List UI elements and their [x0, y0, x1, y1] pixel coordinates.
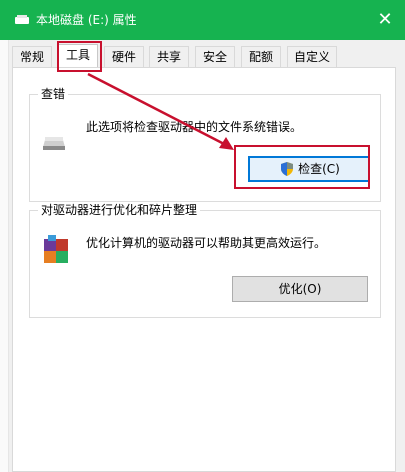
- tab-security[interactable]: 安全: [195, 46, 235, 67]
- window-title: 本地磁盘 (E:) 属性: [36, 13, 137, 27]
- tab-customize[interactable]: 自定义: [287, 46, 337, 67]
- optimize-button[interactable]: 优化(O): [232, 276, 368, 302]
- title-bar: 本地磁盘 (E:) 属性 ✕: [0, 0, 405, 40]
- tab-sharing[interactable]: 共享: [149, 46, 189, 67]
- tab-panel-tools: 查错 此选项将检查驱动器中的文件系统错误。 检查(C) 对驱动器进行优化和碎片整…: [12, 67, 396, 472]
- tab-hardware[interactable]: 硬件: [104, 46, 144, 67]
- optimize-title: 对驱动器进行优化和碎片整理: [38, 202, 201, 218]
- tab-quota[interactable]: 配额: [241, 46, 281, 67]
- check-button-highlight: [234, 145, 370, 189]
- drive-icon: [43, 137, 65, 150]
- tab-general[interactable]: 常规: [12, 46, 52, 67]
- tools-tab-highlight: [57, 41, 102, 72]
- drive-title-icon: [15, 15, 29, 24]
- optimize-description: 优化计算机的驱动器可以帮助其更高效运行。: [86, 236, 327, 250]
- background-window-edge: [0, 40, 9, 472]
- defrag-icon: [44, 235, 68, 263]
- optimize-group: 对驱动器进行优化和碎片整理 优化计算机的驱动器可以帮助其更高效运行。 优化(O): [29, 202, 381, 318]
- error-check-title: 查错: [38, 86, 69, 102]
- close-button[interactable]: ✕: [372, 8, 398, 32]
- error-check-description: 此选项将检查驱动器中的文件系统错误。: [86, 120, 303, 134]
